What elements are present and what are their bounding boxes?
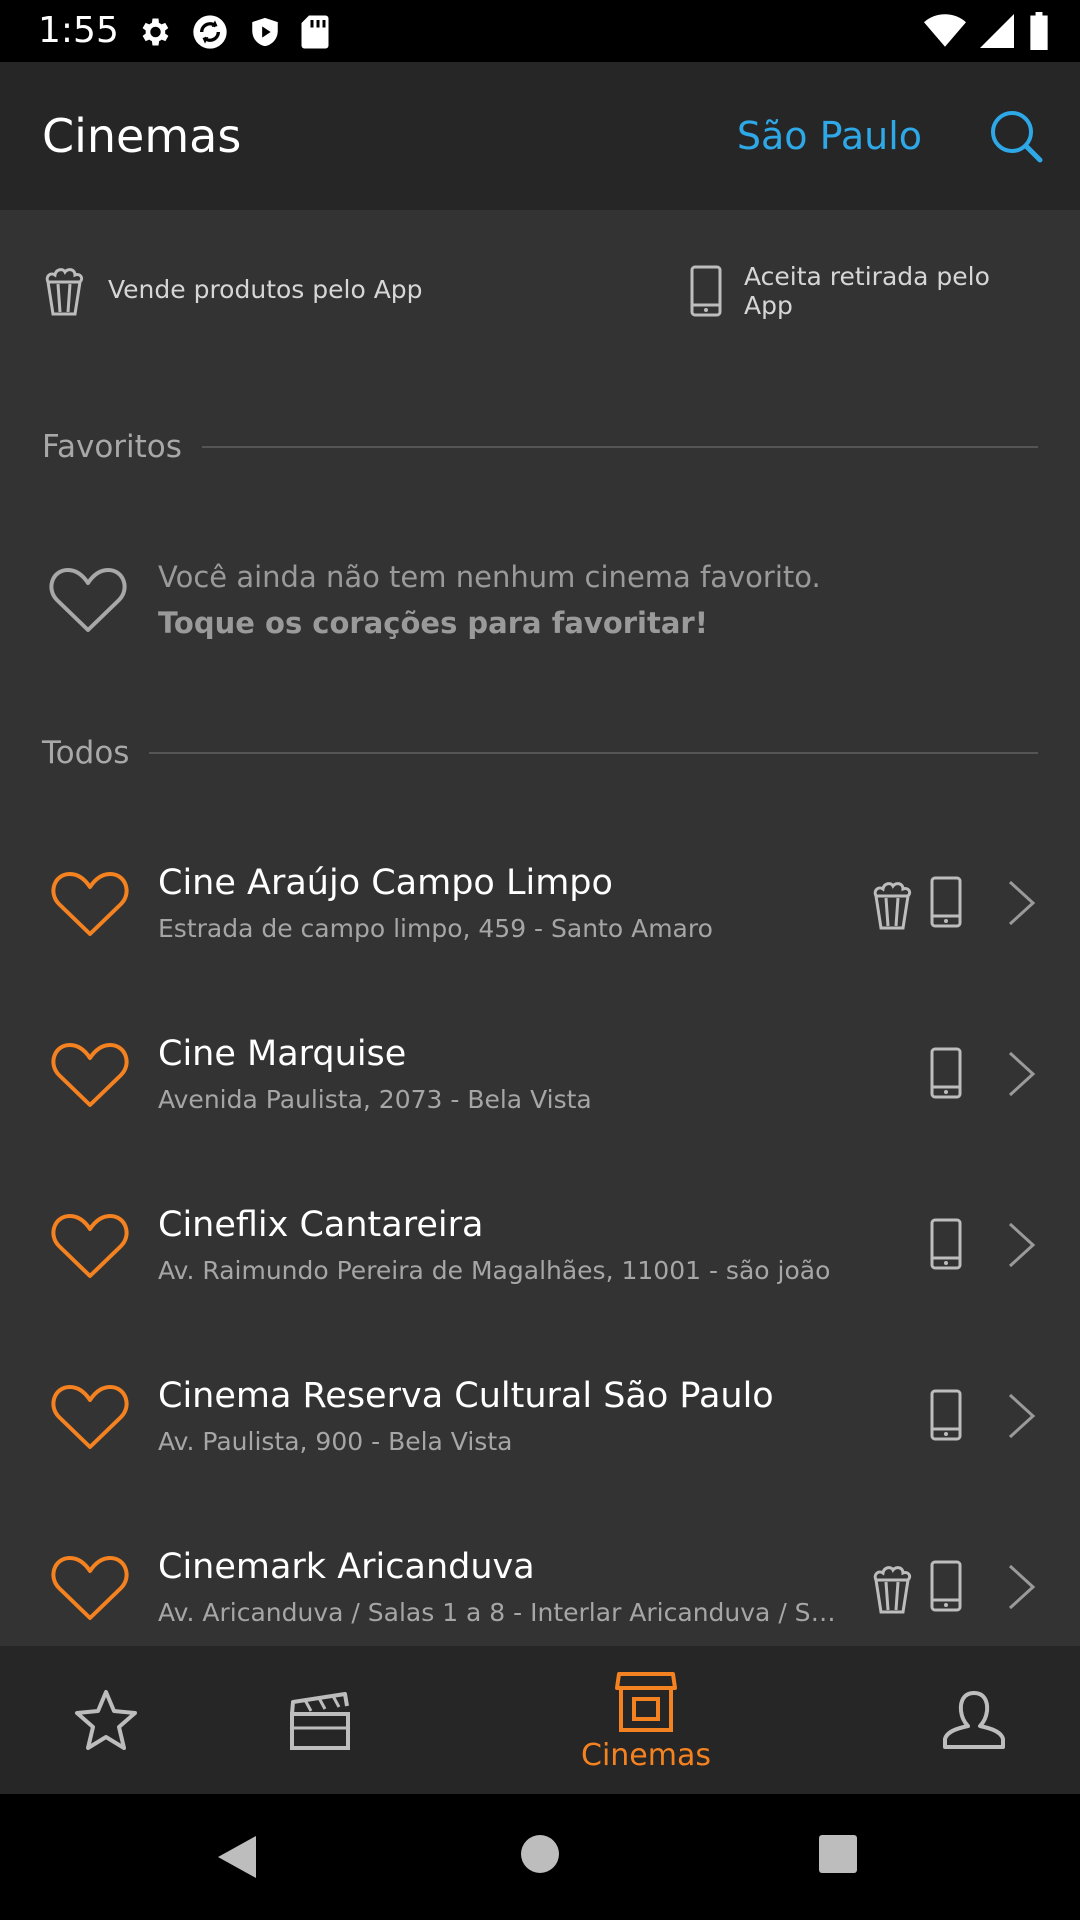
favorites-empty-text: Você ainda não tem nenhum cinema favorit… [158, 560, 821, 594]
tab-cinemas[interactable]: Cinemas [560, 1646, 732, 1794]
bottom-navigation: Cinemas [0, 1646, 1080, 1794]
cinema-row[interactable]: Cinema Reserva Cultural São Paulo Av. Pa… [0, 1343, 1080, 1514]
star-icon [73, 1688, 139, 1752]
tab-cinemas-label: Cinemas [581, 1737, 711, 1773]
phone-icon [930, 1047, 962, 1099]
favorite-heart-icon[interactable] [50, 1210, 130, 1280]
all-section-header: Todos [42, 728, 1038, 778]
chevron-right-icon[interactable] [1006, 1049, 1038, 1099]
cinema-name: Cineflix Cantareira [158, 1205, 484, 1245]
cinema-address: Avenida Paulista, 2073 - Bela Vista [158, 1085, 592, 1114]
signal-icon [980, 13, 1014, 49]
favorites-empty-state: Você ainda não tem nenhum cinema favorit… [48, 556, 1038, 656]
chevron-right-icon[interactable] [1006, 1391, 1038, 1441]
cinema-name: Cine Marquise [158, 1034, 407, 1074]
chevron-right-icon[interactable] [1006, 1220, 1038, 1270]
all-label: Todos [42, 735, 130, 771]
favorite-heart-icon[interactable] [50, 1039, 130, 1109]
sync-icon [190, 12, 230, 52]
cinema-address: Av. Raimundo Pereira de Magalhães, 11001… [158, 1256, 831, 1285]
cinema-row[interactable]: Cineflix Cantareira Av. Raimundo Pereira… [0, 1172, 1080, 1343]
battery-icon [1028, 12, 1050, 50]
feature-legend: Vende produtos pelo App Aceita retirada … [42, 262, 1038, 322]
popcorn-icon [870, 876, 914, 930]
heart-outline-icon [48, 564, 128, 634]
cinema-row[interactable]: Cinemark Aricanduva Av. Aricanduva / Sal… [0, 1514, 1080, 1646]
chevron-right-icon[interactable] [1006, 878, 1038, 928]
cinema-row[interactable]: Cine Araújo Campo Limpo Estrada de campo… [0, 830, 1080, 1001]
section-divider [201, 446, 1038, 448]
favorite-heart-icon[interactable] [50, 1381, 130, 1451]
system-navigation-bar [0, 1794, 1080, 1920]
city-selector[interactable]: São Paulo [737, 110, 922, 162]
cinema-address: Estrada de campo limpo, 459 - Santo Amar… [158, 914, 713, 943]
recents-icon[interactable] [818, 1834, 858, 1874]
phone-icon [930, 1560, 962, 1612]
cinema-icon [613, 1668, 679, 1734]
legend-pickup: Aceita retirada pelo App [690, 262, 1038, 320]
gear-icon [136, 14, 172, 50]
status-bar: 1:55 [0, 0, 1080, 62]
cinema-list[interactable]: Cine Araújo Campo Limpo Estrada de campo… [0, 830, 1080, 1646]
cinema-name: Cinema Reserva Cultural São Paulo [158, 1376, 774, 1416]
legend-products: Vende produtos pelo App [42, 262, 423, 316]
tab-favorites[interactable] [66, 1646, 146, 1794]
cinema-name: Cinemark Aricanduva [158, 1547, 535, 1587]
favorites-label: Favoritos [42, 429, 182, 465]
cinema-address: Av. Aricanduva / Salas 1 a 8 - Interlar … [158, 1598, 840, 1627]
back-icon[interactable] [216, 1834, 258, 1880]
chevron-right-icon[interactable] [1006, 1562, 1038, 1612]
wifi-icon [924, 13, 966, 49]
app-bar: Cinemas São Paulo [0, 62, 1080, 210]
tab-movies[interactable] [280, 1646, 360, 1794]
favorite-heart-icon[interactable] [50, 868, 130, 938]
favorite-heart-icon[interactable] [50, 1552, 130, 1622]
popcorn-icon [870, 1560, 914, 1614]
cinema-row[interactable]: Cine Marquise Avenida Paulista, 2073 - B… [0, 1001, 1080, 1172]
tab-profile[interactable] [934, 1646, 1014, 1794]
legend-products-label: Vende produtos pelo App [108, 274, 423, 304]
cinema-name: Cine Araújo Campo Limpo [158, 863, 613, 903]
phone-icon [930, 1389, 962, 1441]
phone-icon [930, 1218, 962, 1270]
page-title: Cinemas [42, 109, 242, 163]
favorites-empty-hint: Toque os corações para favoritar! [158, 606, 708, 640]
status-time: 1:55 [38, 10, 119, 51]
phone-icon [930, 876, 962, 928]
search-icon[interactable] [986, 106, 1046, 166]
popcorn-icon [42, 262, 86, 316]
shield-play-icon [248, 14, 282, 50]
sd-card-icon [300, 14, 330, 50]
section-divider [149, 752, 1038, 754]
profile-icon [941, 1687, 1007, 1753]
legend-pickup-label: Aceita retirada pelo App [744, 262, 990, 320]
home-icon[interactable] [520, 1834, 560, 1874]
favorites-section-header: Favoritos [42, 422, 1038, 472]
cinema-address: Av. Paulista, 900 - Bela Vista [158, 1427, 513, 1456]
clapperboard-icon [287, 1688, 353, 1752]
phone-icon [690, 265, 722, 317]
